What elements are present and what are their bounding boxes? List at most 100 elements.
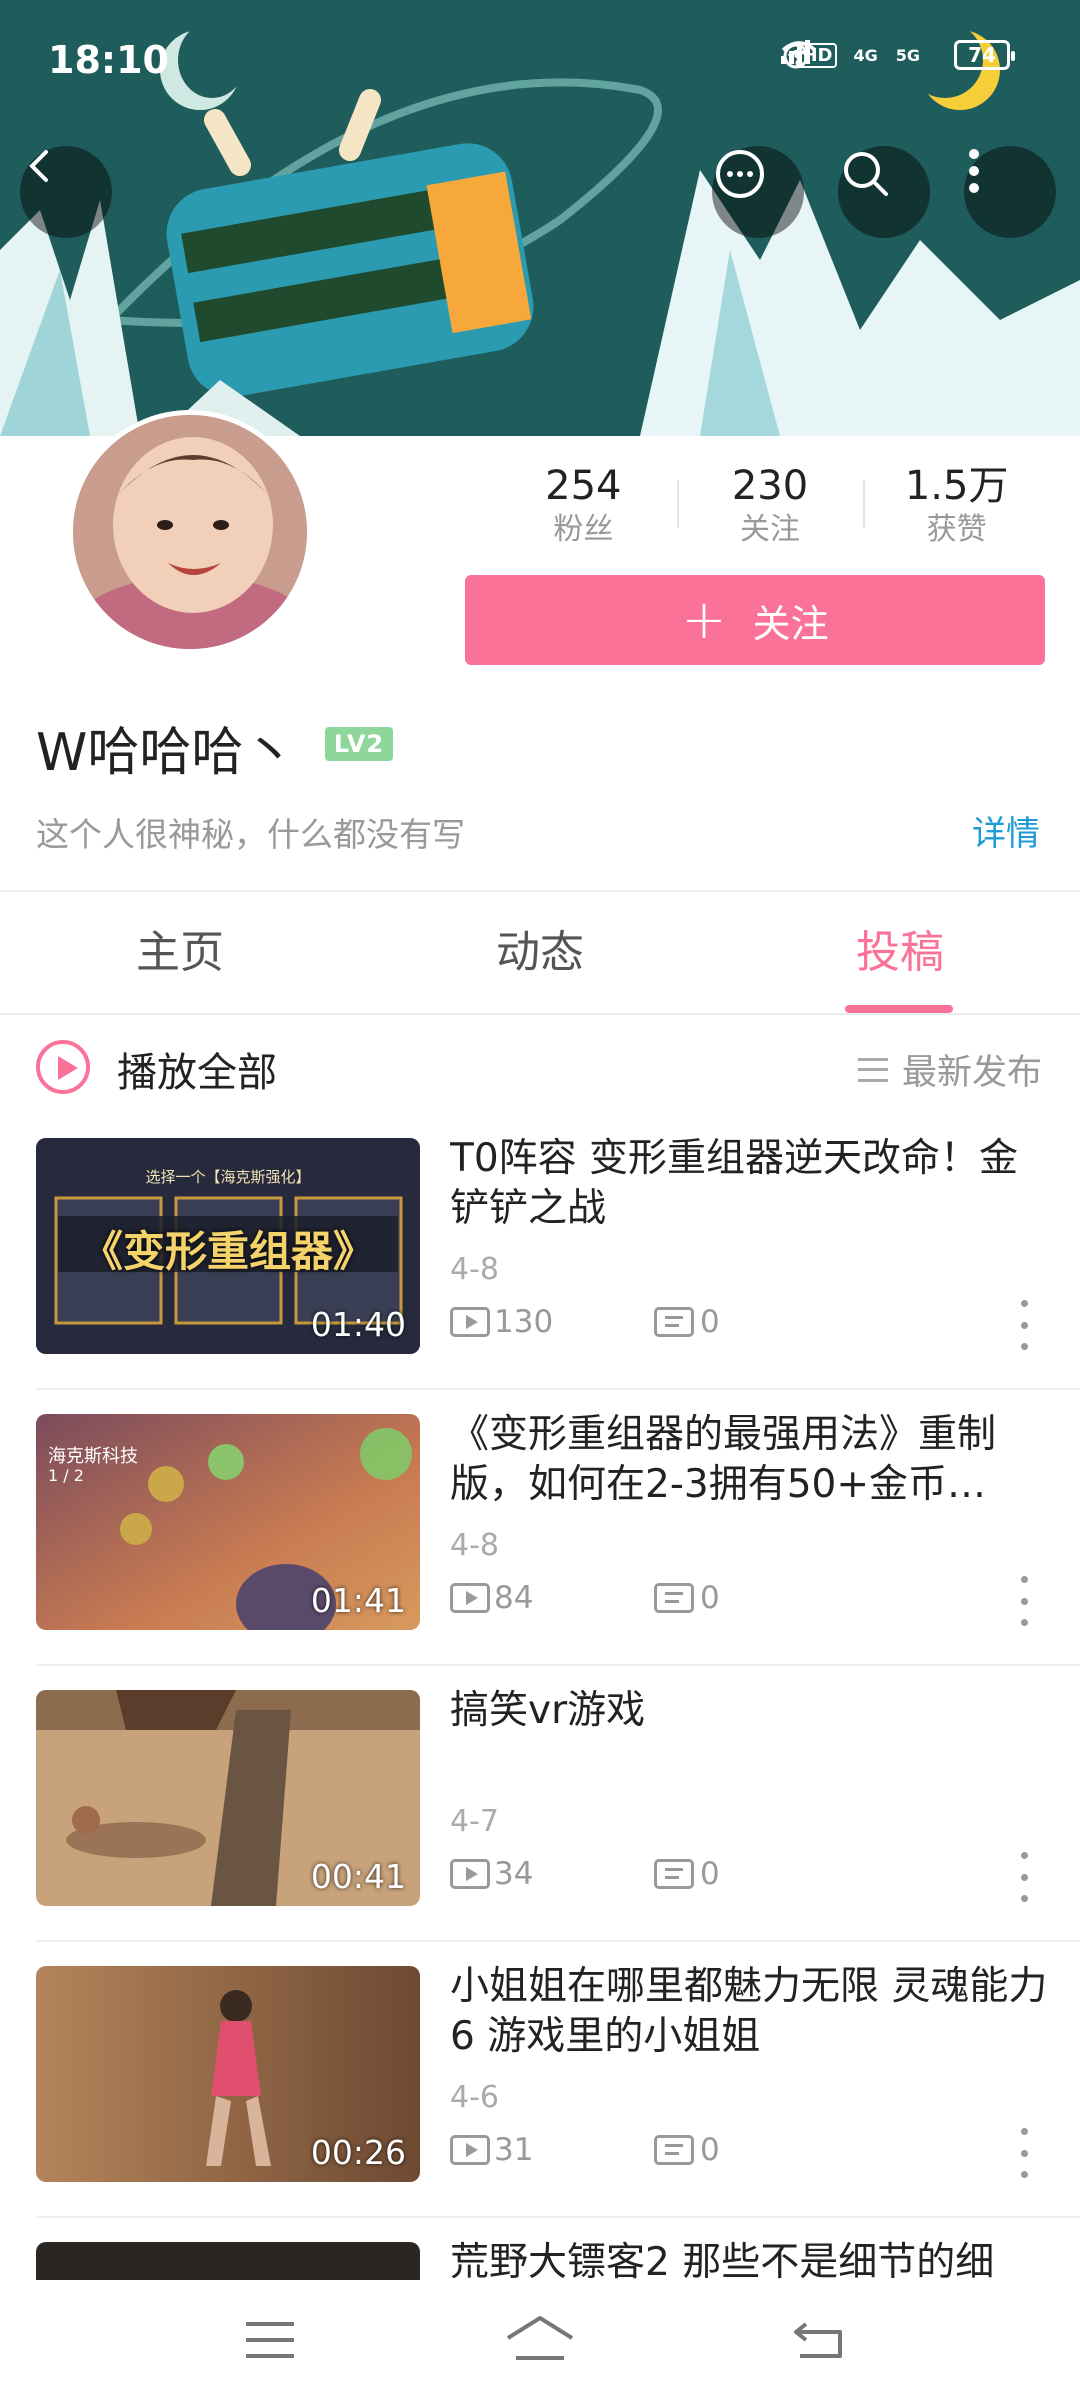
- video-date: 4-8: [450, 1252, 499, 1287]
- nav-menu-button[interactable]: [220, 2300, 320, 2380]
- stat-likes-label: 获赞: [926, 512, 987, 547]
- back-arrow-icon: [794, 2322, 842, 2358]
- level-badge: LV2: [325, 727, 393, 761]
- back-button[interactable]: [20, 146, 112, 238]
- follow-button[interactable]: + 关注: [465, 575, 1045, 665]
- profile-divider: [0, 890, 1080, 892]
- username: W哈哈哈丶: [36, 723, 296, 783]
- thumbnail-subcaption: 1 / 2: [48, 1466, 84, 1485]
- nav-back-button[interactable]: [770, 2300, 870, 2380]
- thumbnail-caption: 海克斯科技: [48, 1446, 138, 1467]
- nav-home-button[interactable]: [490, 2300, 590, 2380]
- plus-icon: +: [681, 588, 727, 651]
- video-more-button[interactable]: [1018, 1576, 1030, 1626]
- user-bio: 这个人很神秘，什么都没有写: [36, 815, 465, 854]
- video-duration: 00:41: [310, 1857, 406, 1896]
- home-icon: [506, 2316, 574, 2360]
- battery-indicator: 74: [954, 40, 1015, 70]
- comment-count-icon: [654, 1307, 694, 1337]
- system-nav-bar: [0, 2280, 1080, 2408]
- stat-following[interactable]: 230 关注: [676, 462, 864, 552]
- video-title[interactable]: T0阵容 变形重组器逆天改命！金铲铲之战: [450, 1134, 1050, 1234]
- video-thumbnail[interactable]: [36, 2242, 420, 2280]
- video-item[interactable]: 00:41 搞笑vr游戏 4-7 34 0: [0, 1666, 1080, 1942]
- search-icon: [844, 152, 888, 196]
- status-bar: 18:10 HD 4G 5G 74: [0, 0, 1080, 120]
- comment-count: 0: [700, 1580, 720, 1616]
- follow-button-label: 关注: [752, 601, 829, 646]
- video-title[interactable]: 荒野大镖客2 那些不是细节的细: [450, 2238, 1050, 2280]
- video-duration: 01:40: [310, 1305, 406, 1344]
- stat-fans[interactable]: 254 粉丝: [490, 462, 677, 552]
- tab-dynamics[interactable]: 动态: [440, 893, 640, 1013]
- thumbnail-caption: 《变形重组器》: [80, 1227, 375, 1276]
- menu-icon: [246, 2322, 294, 2358]
- sort-button[interactable]: 最新发布: [857, 1044, 1042, 1095]
- video-meta: 130 0: [450, 1302, 720, 1342]
- detail-link[interactable]: 详情: [972, 806, 1040, 855]
- tab-uploads[interactable]: 投稿: [800, 893, 1000, 1013]
- avatar[interactable]: [68, 410, 312, 654]
- video-more-button[interactable]: [1018, 2128, 1030, 2178]
- avatar-image: [73, 415, 307, 649]
- video-duration: 01:41: [310, 1581, 406, 1620]
- video-item[interactable]: 海克斯科技 1 / 2 01:41 《变形重组器的最强用法》重制版，如何在2-3…: [0, 1390, 1080, 1666]
- thumbnail-subcaption: 选择一个【海克斯强化】: [145, 1168, 311, 1186]
- stat-following-label: 关注: [740, 512, 800, 547]
- comment-count-icon: [654, 2135, 694, 2165]
- comment-count-icon: [654, 1583, 694, 1613]
- status-time: 18:10: [48, 38, 169, 82]
- play-circle-icon[interactable]: [36, 1040, 90, 1094]
- video-meta: 31 0: [450, 2130, 720, 2170]
- video-thumbnail[interactable]: 选择一个【海克斯强化】 《变形重组器》 01:40: [36, 1138, 420, 1354]
- play-count: 84: [494, 1580, 534, 1616]
- video-date: 4-6: [450, 2080, 499, 2115]
- video-title[interactable]: 小姐姐在哪里都魅力无限 灵魂能力6 游戏里的小姐姐: [450, 1962, 1050, 2062]
- play-count: 31: [494, 2132, 534, 2168]
- sort-icon: [857, 1057, 888, 1082]
- video-title[interactable]: 《变形重组器的最强用法》重制版，如何在2-3拥有50+金币…: [450, 1410, 1050, 1510]
- video-item[interactable]: 00:26 小姐姐在哪里都魅力无限 灵魂能力6 游戏里的小姐姐 4-6 31 0: [0, 1942, 1080, 2218]
- network-5g: 5G: [781, 40, 922, 65]
- play-count: 34: [494, 1856, 534, 1892]
- search-button[interactable]: [838, 146, 930, 238]
- profile-tabs: 主页 动态 投稿: [0, 893, 1080, 1013]
- video-item[interactable]: 荒野大镖客2 那些不是细节的细: [0, 2218, 1080, 2280]
- chat-bubble-icon: [716, 150, 764, 198]
- play-all-button[interactable]: 播放全部: [117, 1040, 277, 1098]
- video-title[interactable]: 搞笑vr游戏: [450, 1686, 1050, 1736]
- more-button[interactable]: [964, 146, 1056, 238]
- network-4g-label: 4G: [853, 45, 878, 65]
- tab-home[interactable]: 主页: [80, 893, 280, 1013]
- stat-fans-label: 粉丝: [553, 512, 614, 547]
- play-count-icon: [450, 1307, 490, 1337]
- message-button[interactable]: [712, 146, 804, 238]
- video-more-button[interactable]: [1018, 1852, 1030, 1902]
- comment-count: 0: [700, 1856, 720, 1892]
- video-thumbnail[interactable]: 00:26: [36, 1966, 420, 2182]
- play-count: 130: [494, 1304, 554, 1340]
- video-thumbnail[interactable]: 00:41: [36, 1690, 420, 1906]
- play-count-icon: [450, 2135, 490, 2165]
- more-vertical-icon: [969, 149, 979, 193]
- comment-count: 0: [700, 1304, 720, 1340]
- comment-count: 0: [700, 2132, 720, 2168]
- stat-likes: 1.5万 获赞: [863, 462, 1050, 552]
- play-count-icon: [450, 1583, 490, 1613]
- video-duration: 00:26: [310, 2133, 406, 2172]
- stat-likes-count: 1.5万: [904, 463, 1009, 509]
- network-4g: 4G: [781, 40, 879, 65]
- profile-stats: 254 粉丝 230 关注 1.5万 获赞: [490, 462, 1050, 552]
- sort-label: 最新发布: [901, 1053, 1042, 1093]
- chevron-left-icon: [29, 150, 48, 182]
- video-meta: 34 0: [450, 1854, 720, 1894]
- active-tab-indicator: [845, 1005, 953, 1013]
- tabs-divider: [0, 1013, 1080, 1015]
- video-meta: 84 0: [450, 1578, 720, 1618]
- play-all-bar: 播放全部 最新发布: [0, 1016, 1080, 1116]
- video-thumbnail[interactable]: 海克斯科技 1 / 2 01:41: [36, 1414, 420, 1630]
- video-date: 4-7: [450, 1804, 499, 1839]
- video-item[interactable]: 选择一个【海克斯强化】 《变形重组器》 01:40 T0阵容 变形重组器逆天改命…: [0, 1114, 1080, 1390]
- video-more-button[interactable]: [1018, 1300, 1030, 1350]
- status-icons: HD 4G 5G 74: [781, 40, 1015, 70]
